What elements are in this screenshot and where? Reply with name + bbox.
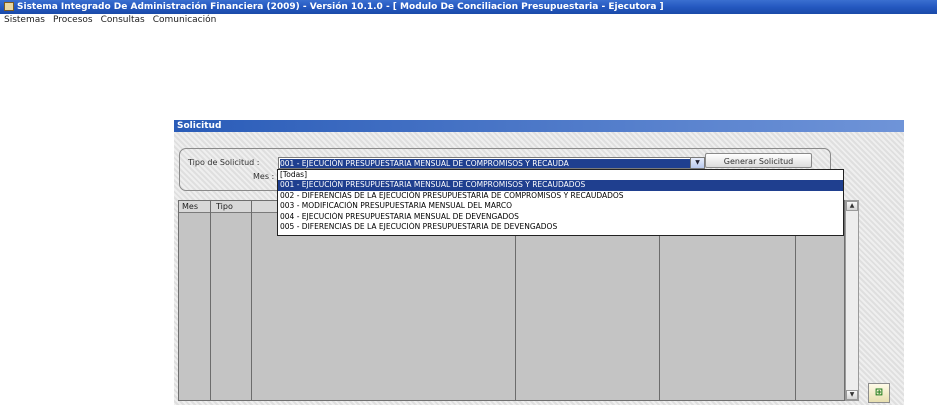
app-title-bar: Sistema Integrado De Administración Fina… xyxy=(0,0,937,14)
tipo-solicitud-label: Tipo de Solicitud : xyxy=(188,158,260,167)
menu-bar: Sistemas Procesos Consultas Comunicación xyxy=(0,14,937,27)
menu-procesos[interactable]: Procesos xyxy=(49,14,97,27)
tipo-solicitud-select[interactable]: 001 - EJECUCIÓN PRESUPUESTARIA MENSUAL D… xyxy=(278,157,705,169)
scroll-down-icon[interactable]: ▼ xyxy=(846,390,858,400)
dropdown-option-selected[interactable]: 001 - EJECUCIÓN PRESUPUESTARIA MENSUAL D… xyxy=(278,180,843,191)
dropdown-option[interactable]: [Todas] xyxy=(278,170,843,180)
scroll-up-icon[interactable]: ▲ xyxy=(846,201,858,211)
excel-export-icon[interactable]: ⊞ xyxy=(868,383,890,403)
grid-column-divider xyxy=(251,201,252,400)
generar-solicitud-button[interactable]: Generar Solicitud xyxy=(705,153,812,168)
solicitud-window: Solicitud Tipo de Solicitud : Mes : 001 … xyxy=(174,120,904,405)
tipo-solicitud-dropdown-list[interactable]: [Todas] 001 - EJECUCIÓN PRESUPUESTARIA M… xyxy=(277,169,844,236)
column-header-tipo[interactable]: Tipo xyxy=(216,201,233,212)
solicitud-window-title: Solicitud xyxy=(174,120,904,132)
menu-consultas[interactable]: Consultas xyxy=(97,14,149,27)
menu-comunicacion[interactable]: Comunicación xyxy=(149,14,221,27)
grid-column-divider xyxy=(210,201,211,400)
dropdown-option[interactable]: 005 - DIFERENCIAS DE LA EJECUCIÓN PRESUP… xyxy=(278,222,843,232)
grid-vertical-scrollbar[interactable]: ▲ ▼ xyxy=(845,200,859,401)
menu-sistemas[interactable]: Sistemas xyxy=(0,14,49,27)
app-window-icon[interactable] xyxy=(4,2,14,11)
column-header-mes[interactable]: Mes xyxy=(182,201,198,212)
app-title: Sistema Integrado De Administración Fina… xyxy=(17,2,664,12)
tipo-solicitud-selected-value: 001 - EJECUCIÓN PRESUPUESTARIA MENSUAL D… xyxy=(280,159,690,168)
chevron-down-icon[interactable]: ▼ xyxy=(690,158,704,168)
mes-label: Mes : xyxy=(253,172,275,181)
dropdown-option[interactable]: 002 - DIFERENCIAS DE LA EJECUCIÓN PRESUP… xyxy=(278,191,843,201)
dropdown-option[interactable]: 004 - EJECUCIÓN PRESUPUESTARIA MENSUAL D… xyxy=(278,212,843,222)
dropdown-option[interactable]: 003 - MODIFICACIÓN PRESUPUESTARIA MENSUA… xyxy=(278,201,843,211)
